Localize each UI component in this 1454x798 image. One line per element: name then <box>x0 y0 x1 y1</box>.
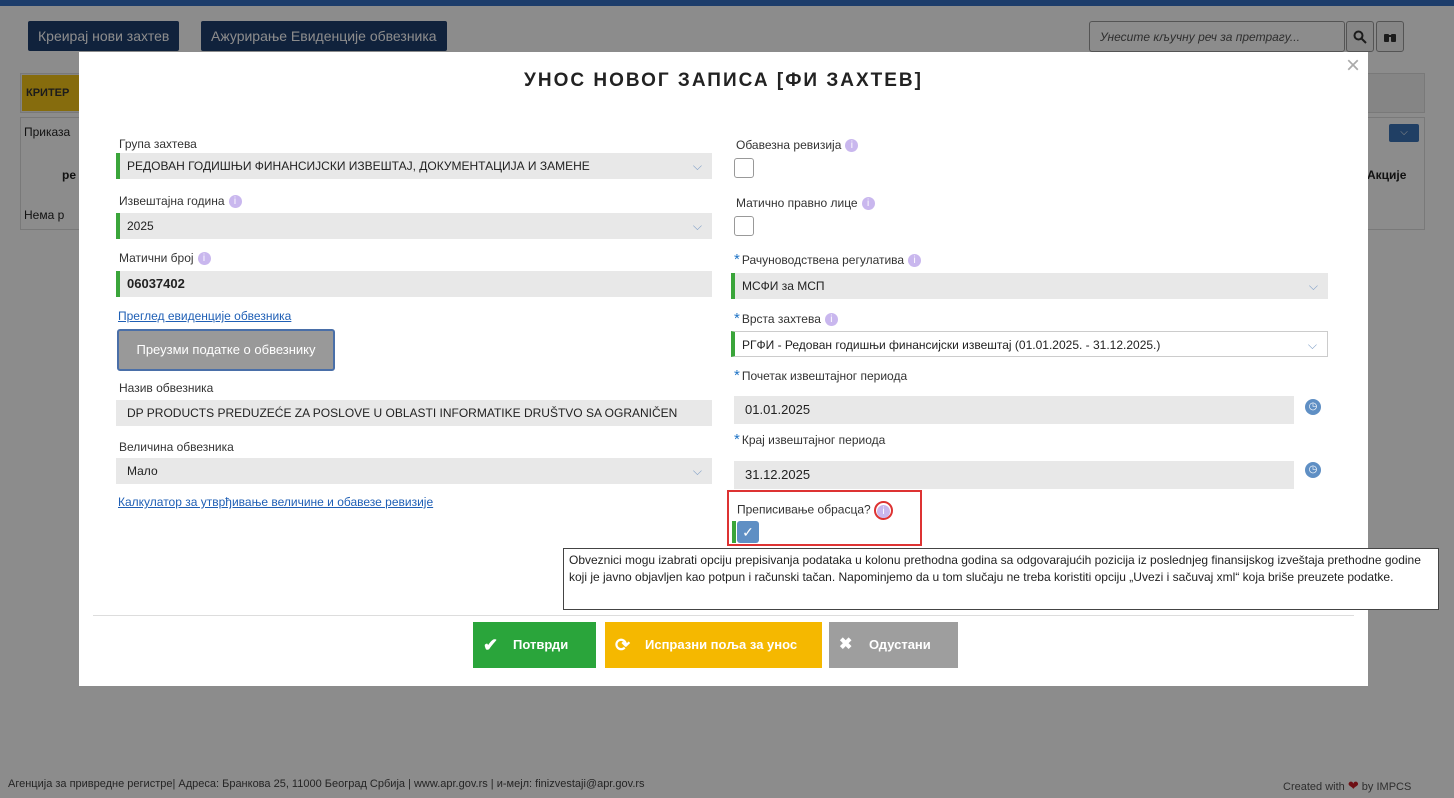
info-icon[interactable]: i <box>877 505 891 519</box>
cancel-button[interactable]: ✖ Одустани <box>829 622 958 668</box>
clear-fields-button[interactable]: ⟳ Испразни поља за унос <box>605 622 822 668</box>
request-type-value: РГФИ - Редован годишњи финансијски извеш… <box>742 338 1161 352</box>
info-icon[interactable]: i <box>861 197 875 211</box>
reg-number-label: Матични број <box>119 251 194 265</box>
mandatory-audit-label: Обавезна ревизија <box>736 138 842 152</box>
info-icon[interactable]: i <box>197 252 211 266</box>
new-record-modal: УНОС НОВОГ ЗАПИСА [ФИ ЗАХТЕВ] × Група за… <box>79 52 1439 686</box>
entity-size-value: Мало <box>127 464 158 478</box>
copy-form-checkbox[interactable]: ✓ <box>737 521 759 543</box>
clock-icon[interactable]: ◷ <box>1305 462 1321 478</box>
request-type-label: Врста захтева <box>741 312 821 326</box>
chevron-down-icon: ⌵ <box>692 464 702 478</box>
confirm-label: Потврди <box>513 637 569 652</box>
request-group-select[interactable]: РЕДОВАН ГОДИШЊИ ФИНАНСИЈСКИ ИЗВЕШТАЈ, ДО… <box>116 153 712 179</box>
entity-name-field: DP PRODUCTS PREDUZEĆE ZA POSLOVE U OBLAS… <box>116 400 712 426</box>
confirm-button[interactable]: ✔ Потврди <box>473 622 596 668</box>
info-icon[interactable]: i <box>908 254 922 268</box>
period-start-input: 01.01.2025 <box>734 396 1294 424</box>
parent-entity-label-row: Матично правно лице i <box>736 196 875 211</box>
chevron-down-icon: ⌵ <box>692 219 702 233</box>
chevron-down-icon: ⌵ <box>1308 279 1318 293</box>
report-year-select[interactable]: 2025 ⌵ <box>116 213 712 239</box>
cancel-label: Одустани <box>869 637 931 652</box>
modal-title: УНОС НОВОГ ЗАПИСА [ФИ ЗАХТЕВ] <box>524 70 923 91</box>
check-icon: ✔ <box>483 635 499 655</box>
period-end-label-row: * Крај извештајног периода <box>734 431 885 448</box>
chevron-down-icon: ⌵ <box>692 159 702 173</box>
reg-number-label-row: Матични број i <box>119 251 211 266</box>
parent-entity-label: Матично правно лице <box>736 196 858 210</box>
request-type-select[interactable]: РГФИ - Редован годишњи финансијски извеш… <box>731 331 1328 357</box>
button-divider <box>93 615 1354 616</box>
field-indicator <box>732 521 736 543</box>
period-end-label: Крај извештајног периода <box>741 433 886 447</box>
period-start-label: Почетак извештајног периода <box>741 369 908 383</box>
highlight-circle: i <box>874 501 894 520</box>
fetch-entity-data-button[interactable]: Преузми податке о обвезнику <box>117 329 335 371</box>
info-icon[interactable]: i <box>824 313 838 327</box>
required-star: * <box>734 431 740 448</box>
period-end-input: 31.12.2025 <box>734 461 1294 489</box>
required-star: * <box>734 251 740 268</box>
report-year-value: 2025 <box>127 219 154 233</box>
entity-size-label: Величина обвезника <box>119 440 234 454</box>
copy-form-label: Преписивање обрасца? <box>737 502 871 517</box>
entity-name-label: Назив обвезника <box>119 381 214 395</box>
required-star: * <box>734 310 740 327</box>
entity-size-select[interactable]: Мало ⌵ <box>116 458 712 484</box>
parent-entity-checkbox[interactable] <box>734 216 754 236</box>
copy-form-label-row: Преписивање обрасца? i <box>737 501 894 520</box>
size-calculator-link[interactable]: Калкулатор за утврђивање величине и обав… <box>118 495 433 509</box>
info-tooltip: Obveznici mogu izabrati opciju prepisiva… <box>563 548 1439 610</box>
report-year-label: Извештајна година <box>119 194 225 208</box>
refresh-icon: ⟳ <box>615 635 631 655</box>
close-icon: ✖ <box>839 636 853 653</box>
mandatory-audit-label-row: Обавезна ревизија i <box>736 138 859 153</box>
accounting-reg-select[interactable]: МСФИ за МСП ⌵ <box>731 273 1328 299</box>
required-star: * <box>734 367 740 384</box>
info-icon[interactable]: i <box>845 139 859 153</box>
accounting-reg-label: Рачуноводствена регулатива <box>741 253 905 267</box>
close-icon[interactable]: × <box>1346 52 1360 80</box>
accounting-reg-value: МСФИ за МСП <box>742 279 825 293</box>
reg-number-input[interactable]: 06037402 <box>116 271 712 297</box>
request-group-label: Група захтева <box>119 137 197 151</box>
info-icon[interactable]: i <box>228 195 242 209</box>
request-group-value: РЕДОВАН ГОДИШЊИ ФИНАНСИЈСКИ ИЗВЕШТАЈ, ДО… <box>127 159 590 173</box>
chevron-down-icon: ⌵ <box>1307 338 1317 352</box>
clear-label: Испразни поља за унос <box>645 637 798 652</box>
clock-icon[interactable]: ◷ <box>1305 399 1321 415</box>
period-start-label-row: * Почетак извештајног периода <box>734 367 907 384</box>
report-year-label-row: Извештајна година i <box>119 194 242 209</box>
registry-overview-link[interactable]: Преглед евиденције обвезника <box>118 309 291 323</box>
check-icon: ✓ <box>742 524 754 540</box>
mandatory-audit-checkbox[interactable] <box>734 158 754 178</box>
request-type-label-row: * Врста захтева i <box>734 310 838 327</box>
accounting-reg-label-row: * Рачуноводствена регулатива i <box>734 251 922 268</box>
